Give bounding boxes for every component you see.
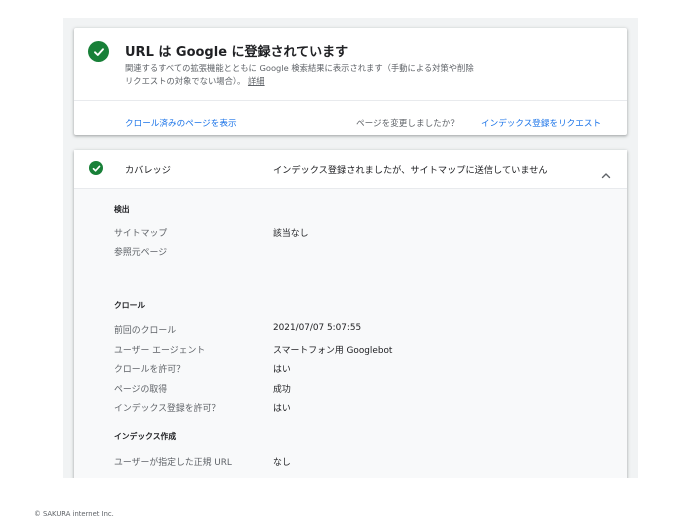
- coverage-card: カバレッジ インデックス登録されましたが、サイトマップに送信していません 検出 …: [74, 150, 627, 478]
- indexing-allowed-label: インデックス登録を許可？: [114, 404, 221, 414]
- coverage-status: インデックス登録されましたが、サイトマップに送信していません: [273, 165, 548, 176]
- check-circle-icon: [88, 41, 109, 62]
- crawled-as-value: スマートフォン用 Googlebot: [273, 346, 393, 356]
- coverage-title: カバレッジ: [125, 165, 171, 176]
- sitemap-value: 該当なし: [273, 229, 309, 239]
- sitemap-label: サイトマップ: [114, 229, 168, 239]
- crawl-heading: クロール: [114, 301, 146, 310]
- user-canonical-label: ユーザーが指定した正規 URL: [114, 458, 232, 468]
- last-crawl-value: 2021/07/07 5:07:55: [273, 323, 362, 333]
- crawl-allowed-label: クロールを許可？: [114, 365, 185, 375]
- status-description: 関連するすべての拡張機能とともに Google 検索結果に表示されます（手動によ…: [125, 62, 475, 88]
- coverage-header[interactable]: カバレッジ インデックス登録されましたが、サイトマップに送信していません: [74, 150, 627, 188]
- crawled-as-label: ユーザー エージェント: [114, 346, 206, 356]
- coverage-details: 検出 サイトマップ 該当なし 参照元ページ クロール 前回のクロール 2021/…: [74, 188, 627, 478]
- details-link[interactable]: 詳細: [248, 76, 265, 86]
- status-title: URL は Google に登録されています: [125, 45, 349, 60]
- referring-page-label: 参照元ページ: [114, 248, 168, 258]
- page-fetch-value: 成功: [273, 385, 291, 395]
- indexing-allowed-value: はい: [273, 404, 291, 414]
- last-crawl-label: 前回のクロール: [114, 326, 177, 336]
- discovery-heading: 検出: [114, 205, 130, 214]
- url-status-card: URL は Google に登録されています 関連するすべての拡張機能とともに …: [74, 28, 627, 135]
- user-canonical-value: なし: [273, 458, 291, 468]
- check-circle-icon: [89, 161, 103, 175]
- search-console-viewport: URL は Google に登録されています 関連するすべての拡張機能とともに …: [63, 18, 638, 478]
- chevron-up-icon[interactable]: [601, 164, 611, 183]
- page-changed-question: ページを変更しましたか？: [356, 119, 459, 129]
- crawl-allowed-value: はい: [273, 365, 291, 375]
- view-crawled-page-button[interactable]: クロール済みのページを表示: [125, 117, 237, 129]
- page-fetch-label: ページの取得: [114, 385, 168, 395]
- status-description-text: 関連するすべての拡張機能とともに Google 検索結果に表示されます（手動によ…: [125, 63, 474, 86]
- indexing-heading: インデックス作成: [114, 432, 177, 441]
- request-indexing-button[interactable]: インデックス登録をリクエスト: [481, 117, 601, 129]
- divider: [74, 100, 627, 101]
- copyright-footer: © SAKURA internet Inc.: [34, 510, 114, 518]
